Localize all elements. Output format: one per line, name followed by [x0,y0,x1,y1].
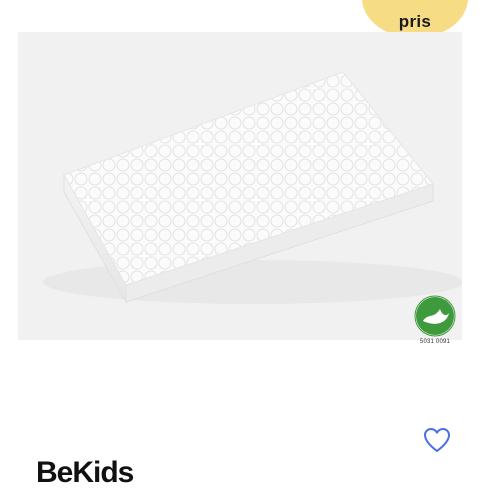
swan-icon [414,295,456,337]
product-image[interactable]: 5031 0091 [18,32,462,345]
mattress-illustration [43,71,462,304]
heart-icon [424,428,450,452]
ecolabel-license-number: 5031 0091 [419,339,451,345]
nordic-swan-ecolabel: 5031 0091 [408,295,462,365]
favorite-button[interactable] [421,425,453,455]
brand-name[interactable]: BeKids [36,458,134,488]
